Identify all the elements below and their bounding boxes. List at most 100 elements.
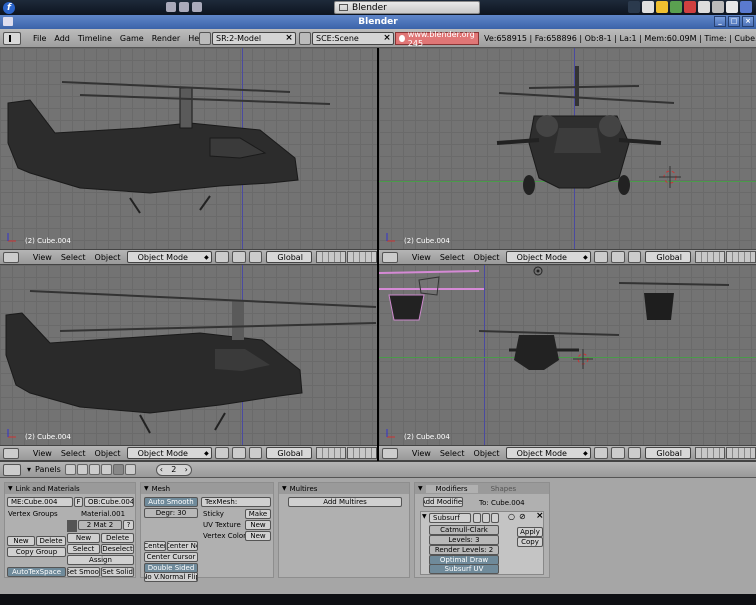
menu-select[interactable]: Select [61, 449, 86, 458]
scene-field[interactable]: SCE:Scene × [312, 32, 394, 45]
note-icon[interactable] [656, 1, 668, 13]
helicopter-front-model[interactable] [379, 48, 756, 249]
vgroup-new-button[interactable]: New [7, 536, 35, 546]
workspace-icon[interactable] [740, 1, 752, 13]
manipulator-button[interactable] [627, 447, 642, 459]
modifier-editmode-toggle[interactable] [491, 513, 499, 523]
menu-view[interactable]: View [33, 449, 52, 458]
editor-type-button[interactable] [382, 251, 398, 263]
auto-smooth-toggle[interactable]: Auto Smooth [144, 497, 198, 507]
modifier-expand-icon[interactable]: ▼ [422, 513, 427, 520]
copy-group-button[interactable]: Copy Group [7, 547, 66, 557]
menu-select[interactable]: Select [440, 253, 465, 262]
add-modifier-button[interactable]: Add Modifier [423, 497, 463, 507]
menu-view[interactable]: View [33, 253, 52, 262]
menu-object[interactable]: Object [95, 449, 121, 458]
collapse-icon[interactable]: ▼ [8, 485, 13, 492]
minimize-icon[interactable]: _ [714, 16, 726, 27]
manipulator-button[interactable] [248, 447, 263, 459]
editing-icon[interactable] [112, 464, 124, 475]
collapse-icon[interactable]: ▼ [282, 485, 287, 492]
editor-type-button[interactable] [3, 447, 19, 459]
sticky-make-button[interactable]: Make [245, 509, 271, 519]
logic-icon[interactable] [64, 464, 76, 475]
collapse-icon[interactable]: ▼ [144, 485, 149, 492]
update-icon[interactable] [684, 1, 696, 13]
material-delete-button[interactable]: Delete [101, 533, 134, 543]
desktop-icon[interactable] [726, 1, 738, 13]
object-icon[interactable] [100, 464, 112, 475]
menu-object[interactable]: Object [95, 253, 121, 262]
vertex-color-new-button[interactable]: New [245, 531, 271, 541]
editor-type-button[interactable] [382, 447, 398, 459]
volume-icon[interactable] [628, 1, 640, 13]
viewport-bottom-left[interactable]: (2) Cube.004 [0, 265, 377, 445]
draw-type-button[interactable] [214, 251, 229, 263]
material-select-button[interactable]: Select [67, 544, 100, 554]
launcher-icon[interactable] [166, 2, 176, 12]
layer-buttons[interactable] [316, 447, 378, 459]
panel-header[interactable]: ▼ Link and Materials [5, 483, 135, 494]
center-new-button[interactable]: Center Ne [167, 541, 198, 551]
editor-type-button[interactable] [3, 251, 19, 263]
menu-timeline[interactable]: Timeline [78, 34, 112, 43]
page-stepper[interactable]: ‹ 2 › [155, 463, 192, 476]
panels-menu[interactable]: Panels [35, 465, 61, 474]
screen-delete-icon[interactable]: × [284, 33, 294, 44]
menu-view[interactable]: View [412, 449, 431, 458]
scene-browse-button[interactable] [299, 32, 311, 45]
modifier-copy-button[interactable]: Copy [517, 537, 543, 547]
layer-buttons[interactable] [695, 447, 756, 459]
fake-user-button[interactable]: F [74, 497, 83, 507]
pivot-button[interactable] [231, 251, 246, 263]
texmesh-field[interactable]: TexMesh: [201, 497, 271, 507]
draw-type-button[interactable] [593, 447, 608, 459]
tab-modifiers[interactable]: Modifiers [425, 484, 478, 493]
fedora-logo-icon[interactable]: f [3, 1, 15, 14]
set-smooth-button[interactable]: Set Smoot [67, 567, 100, 577]
manipulator-button[interactable] [248, 251, 263, 263]
chevron-left-icon[interactable]: ‹ [160, 465, 163, 474]
center-button[interactable]: Center [144, 541, 166, 551]
pivot-button[interactable] [231, 447, 246, 459]
subsurf-uv-toggle[interactable]: Subsurf UV [429, 564, 499, 574]
menu-render[interactable]: Render [152, 34, 180, 43]
viewport-top-left[interactable]: (2) Cube.004 [0, 48, 377, 249]
helicopter-camera-model[interactable] [379, 265, 756, 445]
material-deselect-button[interactable]: Deselect [101, 544, 134, 554]
launcher-icon[interactable] [192, 2, 202, 12]
vgroup-delete-button[interactable]: Delete [36, 536, 66, 546]
viewport-bottom-right[interactable]: (2) Cube.004 [379, 265, 756, 445]
autotexspace-toggle[interactable]: AutoTexSpace [7, 567, 66, 577]
editor-type-button[interactable] [3, 463, 21, 476]
modifier-apply-button[interactable]: Apply [517, 527, 543, 537]
collapse-icon[interactable]: ▼ [418, 485, 423, 492]
blender-url-badge[interactable]: www.blender.org 245 [395, 30, 479, 48]
shading-icon[interactable] [88, 464, 100, 475]
network-icon[interactable] [670, 1, 682, 13]
maximize-icon[interactable]: □ [728, 16, 740, 27]
modifier-up-down-icon[interactable]: ⊘ [519, 512, 526, 521]
panel-header[interactable]: ▼ Mesh [141, 483, 273, 494]
layer-buttons[interactable] [695, 251, 756, 263]
modifier-render-toggle[interactable] [473, 513, 481, 523]
menu-game[interactable]: Game [120, 34, 144, 43]
modifier-display-toggle[interactable] [482, 513, 490, 523]
object-name-field[interactable]: OB:Cube.004 [84, 497, 134, 507]
draw-type-button[interactable] [214, 447, 229, 459]
manipulator-button[interactable] [627, 251, 642, 263]
tab-shapes[interactable]: Shapes [481, 485, 527, 493]
subdivision-type-select[interactable]: Catmull-Clark [429, 525, 499, 535]
center-cursor-button[interactable]: Center Cursor [144, 552, 198, 562]
no-vnormal-flip-toggle[interactable]: No V.Normal Flip [144, 572, 198, 582]
menu-add[interactable]: Add [54, 34, 70, 43]
screen-browse-button[interactable] [199, 32, 211, 45]
launcher-icon[interactable] [179, 2, 189, 12]
uv-texture-new-button[interactable]: New [245, 520, 271, 530]
menu-file[interactable]: File [33, 34, 46, 43]
material-query-button[interactable]: ? [123, 520, 134, 530]
orientation-select[interactable]: Global [266, 251, 313, 263]
panel-header[interactable]: ▼ Multires [279, 483, 409, 494]
mode-select[interactable]: Object Mode [126, 447, 212, 459]
mode-select[interactable]: Object Mode [505, 251, 591, 263]
